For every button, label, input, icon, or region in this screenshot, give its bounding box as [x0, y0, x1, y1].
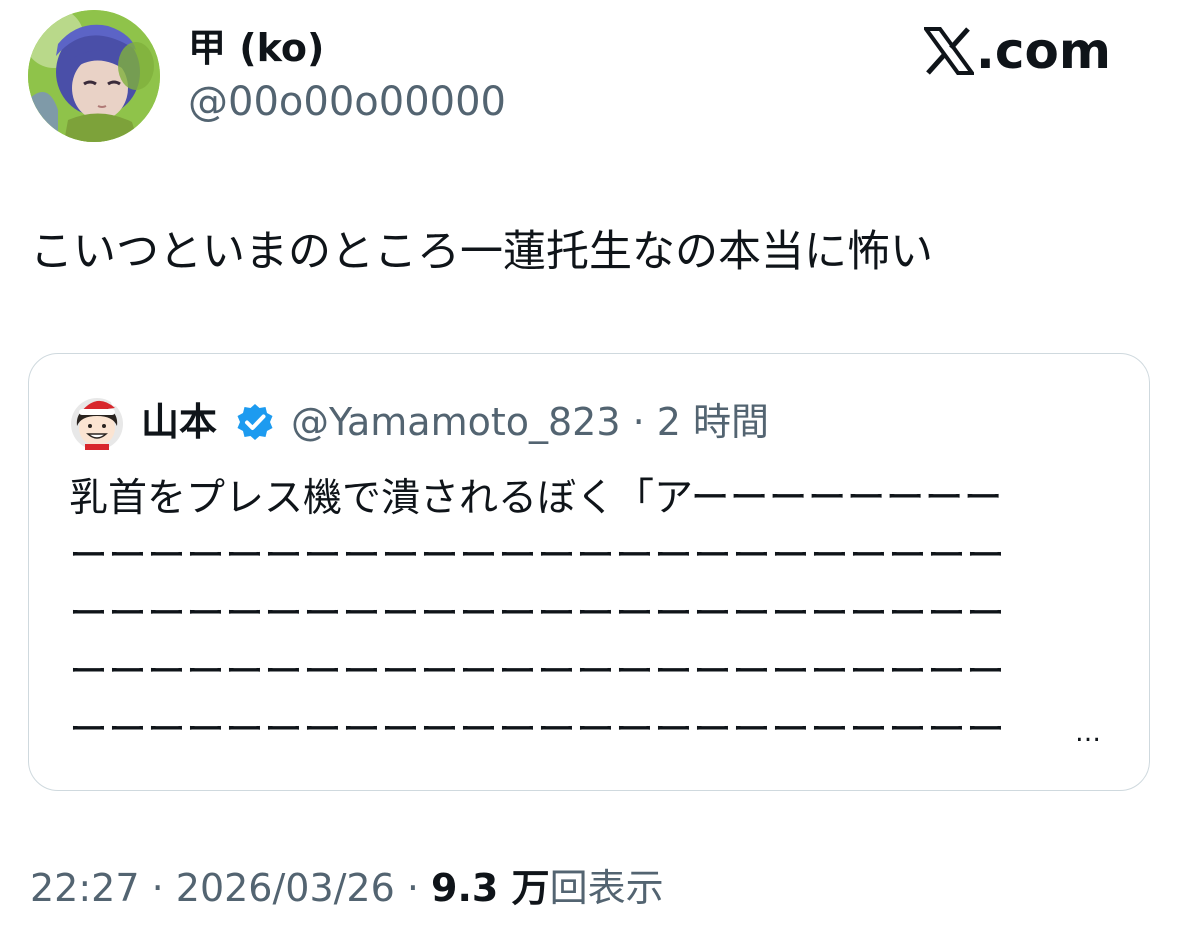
tweet-text: こいつといまのところ一蓮托生なの本当に怖い	[30, 227, 933, 277]
quoted-text-line: ーーーーーーーーーーーーーーーーーーーーーーーー	[69, 592, 1006, 637]
quoted-tweet-card[interactable]: 山本 @Yamamoto_823 · 2 時間 乳首をプレス機で潰されるぼく「ア…	[28, 353, 1150, 791]
tweet-footer: 22:27 · 2026/03/26 · 9.3 万回表示	[30, 860, 664, 916]
santa-hat-person-avatar-icon	[71, 398, 123, 450]
tweet-date[interactable]: 2026/03/26	[176, 866, 395, 910]
quoted-text-line: 乳首をプレス機で潰されるぼく「アーーーーーーーー	[69, 476, 1003, 521]
views-count: 9.3 万	[431, 866, 550, 910]
verified-badge-icon	[237, 404, 273, 440]
quoted-author-name[interactable]: 山本	[141, 396, 217, 448]
quoted-text-line: ーーーーーーーーーーーーーーーーーーーーーーーー	[69, 708, 1006, 753]
truncation-ellipsis: …	[1075, 718, 1102, 748]
author-display-name[interactable]: 甲 (ko)	[188, 22, 324, 74]
brand-logo: .com	[923, 20, 1111, 82]
anime-character-avatar-icon	[28, 10, 160, 142]
meta-separator: ·	[632, 400, 645, 444]
views-label: 回表示	[549, 866, 664, 910]
quoted-tweet-meta: @Yamamoto_823 · 2 時間	[291, 396, 769, 448]
tweet-time[interactable]: 22:27	[30, 866, 140, 910]
footer-separator: ·	[394, 866, 432, 910]
quoted-text-line: ーーーーーーーーーーーーーーーーーーーーーーーー	[69, 650, 1006, 695]
author-handle[interactable]: @00o00o00000	[188, 76, 506, 128]
quoted-tweet-text: 乳首をプレス機で潰されるぼく「アーーーーーーーー ーーーーーーーーーーーーーーー…	[69, 470, 1089, 760]
author-avatar[interactable]	[28, 10, 160, 142]
quoted-author-avatar[interactable]	[69, 390, 125, 450]
quoted-text-line: ーーーーーーーーーーーーーーーーーーーーーーーー	[69, 534, 1006, 579]
footer-separator: ·	[139, 866, 176, 910]
quoted-author-handle[interactable]: @Yamamoto_823	[291, 400, 621, 444]
brand-domain-label: .com	[975, 22, 1111, 80]
quoted-tweet-time[interactable]: 2 時間	[657, 400, 769, 444]
x-logo-icon	[923, 27, 974, 75]
